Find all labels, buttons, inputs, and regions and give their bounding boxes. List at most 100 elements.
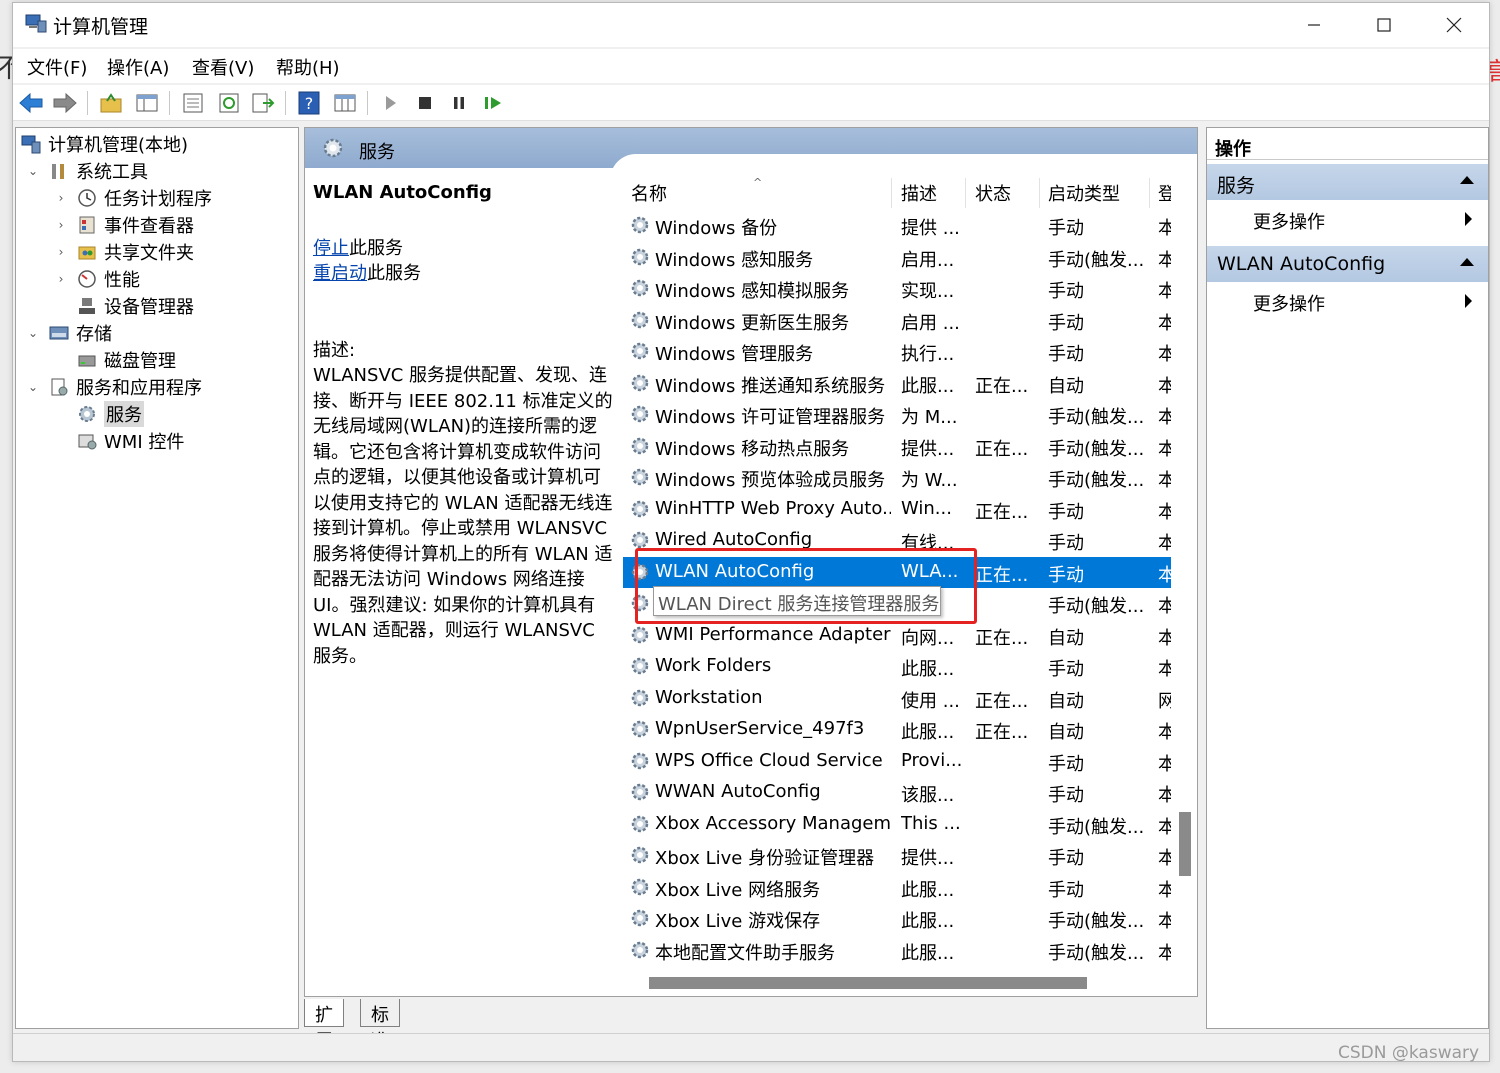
- service-row[interactable]: Xbox Accessory Managem... This ... 手动(触发..…: [623, 809, 1171, 841]
- refresh-icon[interactable]: [215, 89, 243, 117]
- service-row[interactable]: Xbox Live 身份验证管理器 提供... 手动 本: [623, 840, 1171, 872]
- view-icon[interactable]: [331, 89, 359, 117]
- tree-item-task-scheduler[interactable]: › 任务计划程序: [54, 184, 212, 211]
- restart-service-icon[interactable]: [479, 89, 507, 117]
- chevron-down-icon[interactable]: ⌄: [26, 380, 40, 394]
- vertical-scrollbar[interactable]: [1177, 172, 1193, 982]
- export-list-icon[interactable]: [249, 89, 277, 117]
- service-row[interactable]: WinHTTP Web Proxy Auto... Win... 正在... 手动 本: [623, 494, 1171, 526]
- column-header-name[interactable]: 名称: [631, 178, 667, 208]
- horizontal-scroll-thumb[interactable]: [649, 977, 1087, 989]
- service-row[interactable]: Xbox Live 网络服务 此服... 手动 本: [623, 872, 1171, 904]
- service-startup-type: 手动: [1048, 533, 1084, 554]
- stop-service-icon[interactable]: [411, 89, 439, 117]
- service-description: 此服...: [901, 942, 955, 964]
- chevron-right-icon[interactable]: ›: [54, 272, 68, 286]
- menu-view[interactable]: 查看(V): [192, 54, 254, 80]
- service-name: Windows 移动热点服务: [655, 438, 850, 460]
- service-logon-as: 本: [1158, 309, 1171, 335]
- service-row[interactable]: Windows 预览体验成员服务为 W... 手动(触发... 本: [623, 462, 1171, 494]
- service-description: 向网...: [901, 627, 955, 649]
- service-row[interactable]: WpnUserService_497f3 此服... 正在... 自动 本: [623, 714, 1171, 746]
- service-logon-as: 本: [1158, 561, 1171, 587]
- service-row[interactable]: Windows 管理服务 执行... 手动 本: [623, 336, 1171, 368]
- pause-service-icon[interactable]: [445, 89, 473, 117]
- service-row[interactable]: Workstation 使用 ... 正在... 自动 网: [623, 683, 1171, 715]
- service-row[interactable]: WWAN AutoConfig 该服... 手动 本: [623, 777, 1171, 809]
- service-row[interactable]: Xbox Live 游戏保存 此服... 手动(触发... 本: [623, 903, 1171, 935]
- stop-service-line: 停止此服务: [313, 236, 613, 262]
- back-icon[interactable]: [17, 89, 45, 117]
- tree-item-label: 系统工具: [76, 161, 148, 183]
- tree-item-storage[interactable]: ⌄ 存储: [26, 319, 112, 346]
- stop-service-link[interactable]: 停止: [313, 238, 349, 259]
- chevron-right-icon[interactable]: ›: [54, 245, 68, 259]
- service-name: Work Folders: [655, 655, 772, 676]
- chevron-down-icon[interactable]: ⌄: [26, 164, 40, 178]
- actions-group-services[interactable]: 服务: [1207, 164, 1488, 200]
- service-row[interactable]: Windows 备份 提供 ... 手动 本: [623, 210, 1171, 242]
- gear-icon: [629, 498, 651, 520]
- chevron-right-icon[interactable]: ›: [54, 191, 68, 205]
- service-description: 提供...: [901, 438, 955, 460]
- service-row[interactable]: WPS Office Cloud Service Provi... 手动 本: [623, 746, 1171, 778]
- vertical-scroll-thumb[interactable]: [1179, 812, 1191, 876]
- menu-help[interactable]: 帮助(H): [276, 54, 340, 80]
- tab-standard[interactable]: 标准: [360, 999, 400, 1052]
- service-row[interactable]: 本地配置文件助手服务 此服... 手动(触发... 本: [623, 935, 1171, 967]
- chevron-right-icon[interactable]: ›: [54, 218, 68, 232]
- tree-item-device-manager[interactable]: 设备管理器: [54, 292, 194, 319]
- service-startup-type: 手动: [1048, 879, 1084, 901]
- actions-group-wlan[interactable]: WLAN AutoConfig: [1207, 246, 1488, 282]
- tree-item-services[interactable]: 服务: [54, 400, 144, 427]
- menu-file[interactable]: 文件(F): [27, 54, 87, 80]
- service-logon-as: 本: [1158, 939, 1171, 965]
- tree-item-performance[interactable]: › 性能: [54, 265, 140, 292]
- service-name: WPS Office Cloud Service: [655, 749, 883, 771]
- help-icon[interactable]: ?: [295, 89, 323, 117]
- forward-icon[interactable]: [51, 89, 79, 117]
- restart-service-link[interactable]: 重启动: [313, 263, 367, 284]
- service-row[interactable]: Windows 感知服务 启用... 手动(触发... 本: [623, 242, 1171, 274]
- service-row[interactable]: Work Folders 此服... 手动 本: [623, 651, 1171, 683]
- menu-action[interactable]: 操作(A): [107, 54, 169, 80]
- maximize-button[interactable]: [1349, 3, 1419, 47]
- tree-item-disk-management[interactable]: 磁盘管理: [54, 346, 176, 373]
- service-row[interactable]: Windows 移动热点服务 提供... 正在... 手动(触发... 本: [623, 431, 1171, 463]
- title-bar: 计算机管理: [13, 3, 1489, 47]
- service-name: Windows 感知服务: [655, 249, 814, 271]
- tree-item-system-tools[interactable]: ⌄ 系统工具: [26, 157, 148, 184]
- tree-item-shared-folders[interactable]: › 共享文件夹: [54, 238, 194, 265]
- horizontal-scrollbar[interactable]: [623, 974, 1177, 990]
- service-row[interactable]: Windows 许可证管理器服务为 M... 手动(触发... 本: [623, 399, 1171, 431]
- column-header-description[interactable]: 描述: [901, 178, 937, 208]
- chevron-down-icon[interactable]: ⌄: [26, 326, 40, 340]
- tree-item-event-viewer[interactable]: › 事件查看器: [54, 211, 194, 238]
- service-description: 此服...: [901, 375, 955, 397]
- tree-item-computer-management[interactable]: 计算机管理(本地): [20, 130, 188, 157]
- service-row[interactable]: WMI Performance Adapter 向网... 正在... 自动 本: [623, 620, 1171, 652]
- show-hide-console-icon[interactable]: [133, 89, 161, 117]
- more-actions-services[interactable]: 更多操作: [1253, 208, 1325, 234]
- collapse-up-icon[interactable]: [1460, 176, 1474, 184]
- actions-title: 操作: [1207, 128, 1488, 160]
- minimize-button[interactable]: [1279, 3, 1349, 47]
- column-header-startup-type[interactable]: 启动类型: [1048, 178, 1120, 208]
- collapse-up-icon[interactable]: [1460, 258, 1474, 266]
- tab-extended[interactable]: 扩展: [304, 999, 344, 1052]
- service-name: Windows 更新医生服务: [655, 312, 850, 334]
- column-header-logon[interactable]: 登: [1158, 178, 1171, 208]
- service-row[interactable]: Windows 更新医生服务 启用 ... 手动 本: [623, 305, 1171, 337]
- properties-icon[interactable]: [179, 89, 207, 117]
- service-row[interactable]: Windows 推送通知系统服务此服... 正在... 自动 本: [623, 368, 1171, 400]
- start-service-icon[interactable]: [377, 89, 405, 117]
- tree-item-wmi-control[interactable]: WMI 控件: [54, 427, 184, 454]
- column-header-status[interactable]: 状态: [975, 178, 1011, 208]
- service-status: 正在...: [975, 722, 1029, 743]
- service-row[interactable]: Windows 感知模拟服务 实现... 手动 本: [623, 273, 1171, 305]
- more-actions-wlan[interactable]: 更多操作: [1253, 290, 1325, 316]
- close-button[interactable]: [1419, 3, 1489, 47]
- up-folder-icon[interactable]: [97, 89, 125, 117]
- tree-item-services-and-applications[interactable]: ⌄ 服务和应用程序: [26, 373, 202, 400]
- service-logon-as: 本: [1158, 214, 1171, 240]
